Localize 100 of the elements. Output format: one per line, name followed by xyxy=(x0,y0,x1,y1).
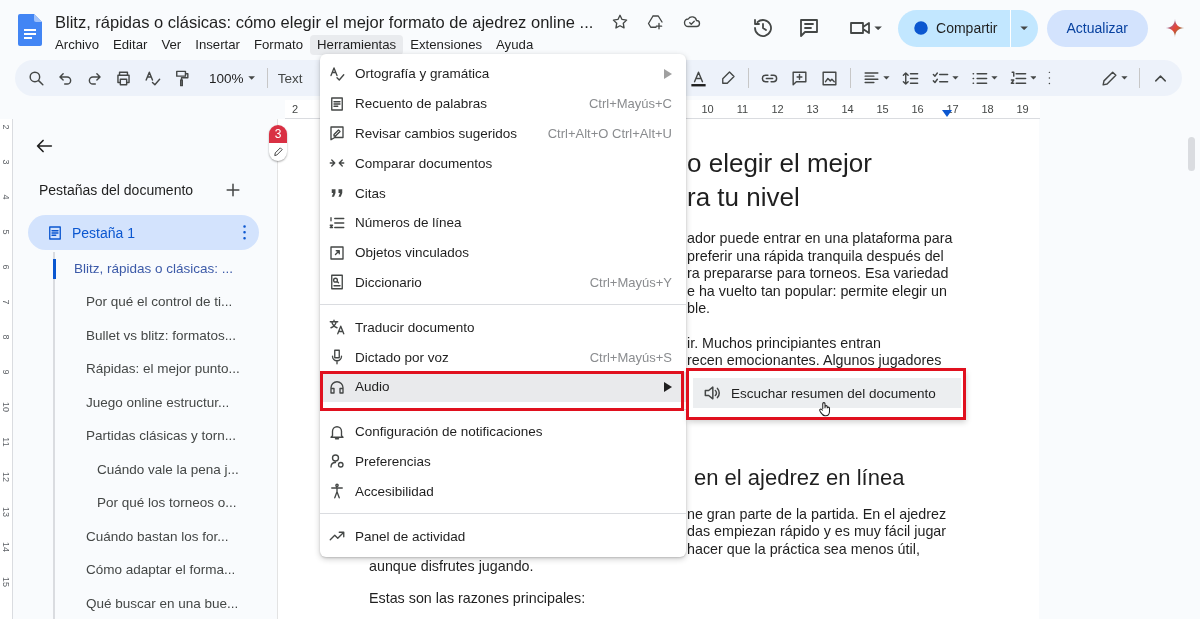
menu-item[interactable]: Ver xyxy=(154,35,189,55)
caret-icon[interactable] xyxy=(951,76,959,80)
shortcut-text: Ctrl+Mayús+S xyxy=(589,349,672,365)
ruler-number: 15 xyxy=(0,577,12,587)
printer-icon[interactable] xyxy=(114,68,133,88)
star-icon[interactable] xyxy=(611,13,630,31)
more-icon[interactable] xyxy=(242,224,247,241)
ruler-number: 3 xyxy=(0,159,12,165)
menu-item[interactable]: Herramientas xyxy=(310,35,404,55)
outline-item[interactable]: Blitz, rápidas o clásicas: ... xyxy=(53,258,234,279)
document-heading: o elegir el mejor ra tu nivel xyxy=(687,147,873,214)
person-gear-icon xyxy=(328,452,346,471)
menu-item[interactable]: Revisar cambios sugeridos Ctrl+Alt+O Ctrl+Alt+U xyxy=(320,118,686,149)
ruler-number: 2 xyxy=(291,102,299,117)
document-icon xyxy=(328,94,346,113)
ruler-number: 5 xyxy=(0,229,12,235)
menu-item[interactable]: Dictado por voz Ctrl+Mayús+S xyxy=(320,342,686,372)
scrollbar-thumb[interactable] xyxy=(1188,137,1195,171)
ruler-number: 4 xyxy=(0,194,12,200)
outline-item[interactable]: Partidas clásicas y torn... xyxy=(53,426,237,447)
ruler-number: 13 xyxy=(806,102,819,117)
share-button[interactable]: Compartir xyxy=(898,9,1010,47)
update-button[interactable]: Actualizar xyxy=(1046,9,1148,47)
outline-item[interactable]: Cómo adaptar el forma... xyxy=(53,560,236,581)
more-icon[interactable] xyxy=(1047,70,1053,86)
text-color-icon[interactable] xyxy=(688,68,708,88)
menu-item[interactable]: Citas xyxy=(320,178,686,208)
pencil-icon xyxy=(272,146,284,157)
menu-item[interactable]: Panel de actividad xyxy=(320,521,686,551)
document-icon xyxy=(46,223,64,242)
spellcheck-icon[interactable] xyxy=(143,68,162,88)
outline-item[interactable]: Bullet vs blitz: formatos... xyxy=(53,325,237,346)
menu-item[interactable]: Accesibilidad xyxy=(320,476,686,507)
caret-icon[interactable] xyxy=(873,25,883,31)
ruler-number: 10 xyxy=(701,102,714,117)
menu-item[interactable]: Escuchar resumen del documento xyxy=(693,378,961,408)
menu-item[interactable]: Traducir documento xyxy=(320,312,686,343)
accessibility-icon xyxy=(328,482,346,501)
outline-item[interactable]: Por qué los torneos o... xyxy=(53,493,237,514)
document-heading: en el ajedrez en línea xyxy=(694,463,906,492)
document-tab[interactable]: Pestaña 1 xyxy=(28,215,259,250)
image-icon[interactable] xyxy=(819,68,839,88)
book-search-icon xyxy=(328,273,346,292)
menu-item[interactable]: Recuento de palabras Ctrl+Mayús+C xyxy=(320,88,686,119)
ruler-number: 7 xyxy=(0,299,12,305)
ruler-number: 15 xyxy=(876,102,889,117)
ruler-number: 16 xyxy=(911,102,924,117)
outline-item[interactable]: Por qué el control de ti... xyxy=(53,292,233,313)
menu-item[interactable]: Comparar documentos xyxy=(320,148,686,179)
docs-logo-icon[interactable] xyxy=(18,14,42,46)
menu-item[interactable]: Insertar xyxy=(188,35,247,55)
comment-count: 3 xyxy=(269,125,287,143)
comment-badge[interactable]: 3 xyxy=(269,125,287,161)
menu-item[interactable]: Ortografía y gramática xyxy=(320,59,686,89)
ruler-number: 19 xyxy=(1016,102,1029,117)
ruler-number: 12 xyxy=(0,472,12,482)
menu-item[interactable]: Ayuda xyxy=(489,35,541,55)
menu-item[interactable]: Extensiones xyxy=(403,35,490,55)
shortcut-text: Ctrl+Mayús+C xyxy=(588,96,672,112)
shortcut-text: Ctrl+Mayús+Y xyxy=(589,274,672,290)
caret-icon xyxy=(247,76,255,80)
shortcut-text: Ctrl+Alt+O Ctrl+Alt+U xyxy=(547,126,672,141)
document-paragraph: aunque disfrutes jugando. xyxy=(369,558,535,576)
linked-box-icon xyxy=(328,243,346,262)
ruler-number: 8 xyxy=(0,334,12,340)
document-title[interactable]: Blitz, rápidas o clásicas: cómo elegir el mejor formato de ajedrez online ... xyxy=(55,12,594,32)
menu-item[interactable]: Diccionario Ctrl+Mayús+Y xyxy=(320,267,686,298)
outline-item[interactable]: Qué buscar en una bue... xyxy=(53,593,239,614)
review-edit-icon xyxy=(328,124,346,143)
menu-item[interactable]: Objetos vinculados xyxy=(320,237,686,268)
caret-icon[interactable] xyxy=(882,76,890,80)
outline-item[interactable]: Cuándo vale la pena j... xyxy=(53,459,239,480)
translate-icon xyxy=(328,318,346,337)
ruler-number: 6 xyxy=(0,264,12,270)
menu-item[interactable]: Configuración de notificaciones xyxy=(320,416,686,447)
document-paragraph: ador puede entrar en una plataforma para preferir una rápida tranquila después del ra prepararse para torneos. Esa variedad e ha vuelto tan popular: permite elegir un ble. xyxy=(687,230,954,318)
document-paragraph: ne gran parte de la partida. En el ajedrez das empiezan rápido y es muy fácil jugar hacer que la práctica sea menos útil, xyxy=(687,505,948,558)
ruler-number: 14 xyxy=(841,102,854,117)
document-paragraph: Estas son las razones principales: xyxy=(369,589,587,607)
menu-item[interactable]: Formato xyxy=(246,35,311,55)
ruler-number: 18 xyxy=(981,102,994,117)
style-dropdown[interactable]: Text xyxy=(277,70,303,86)
caret-icon[interactable] xyxy=(1029,76,1037,80)
ruler-number: 11 xyxy=(736,102,749,117)
menu-item[interactable]: Números de línea xyxy=(320,208,686,238)
outline-item[interactable]: Juego online estructur... xyxy=(53,392,230,413)
document-paragraph: ir. Muchos principiantes entran recen emocionantes. Algunos jugadores xyxy=(687,334,943,370)
menu-item[interactable]: Editar xyxy=(106,35,155,55)
caret-icon[interactable] xyxy=(990,76,998,80)
caret-icon[interactable] xyxy=(1121,76,1128,80)
menu-item[interactable]: Preferencias xyxy=(320,446,686,477)
comment-plus-icon[interactable] xyxy=(789,68,809,88)
outline-item[interactable]: Rápidas: el mejor punto... xyxy=(53,359,240,380)
ruler-number: 11 xyxy=(0,437,12,447)
ruler-number: 14 xyxy=(0,542,12,552)
ruler-number: 9 xyxy=(0,369,12,375)
menu-item[interactable]: Archivo xyxy=(48,35,106,55)
ruler-number: 12 xyxy=(771,102,784,117)
zoom-dropdown[interactable]: 100% xyxy=(207,70,257,86)
outline-item[interactable]: Cuándo bastan los for... xyxy=(53,526,229,547)
